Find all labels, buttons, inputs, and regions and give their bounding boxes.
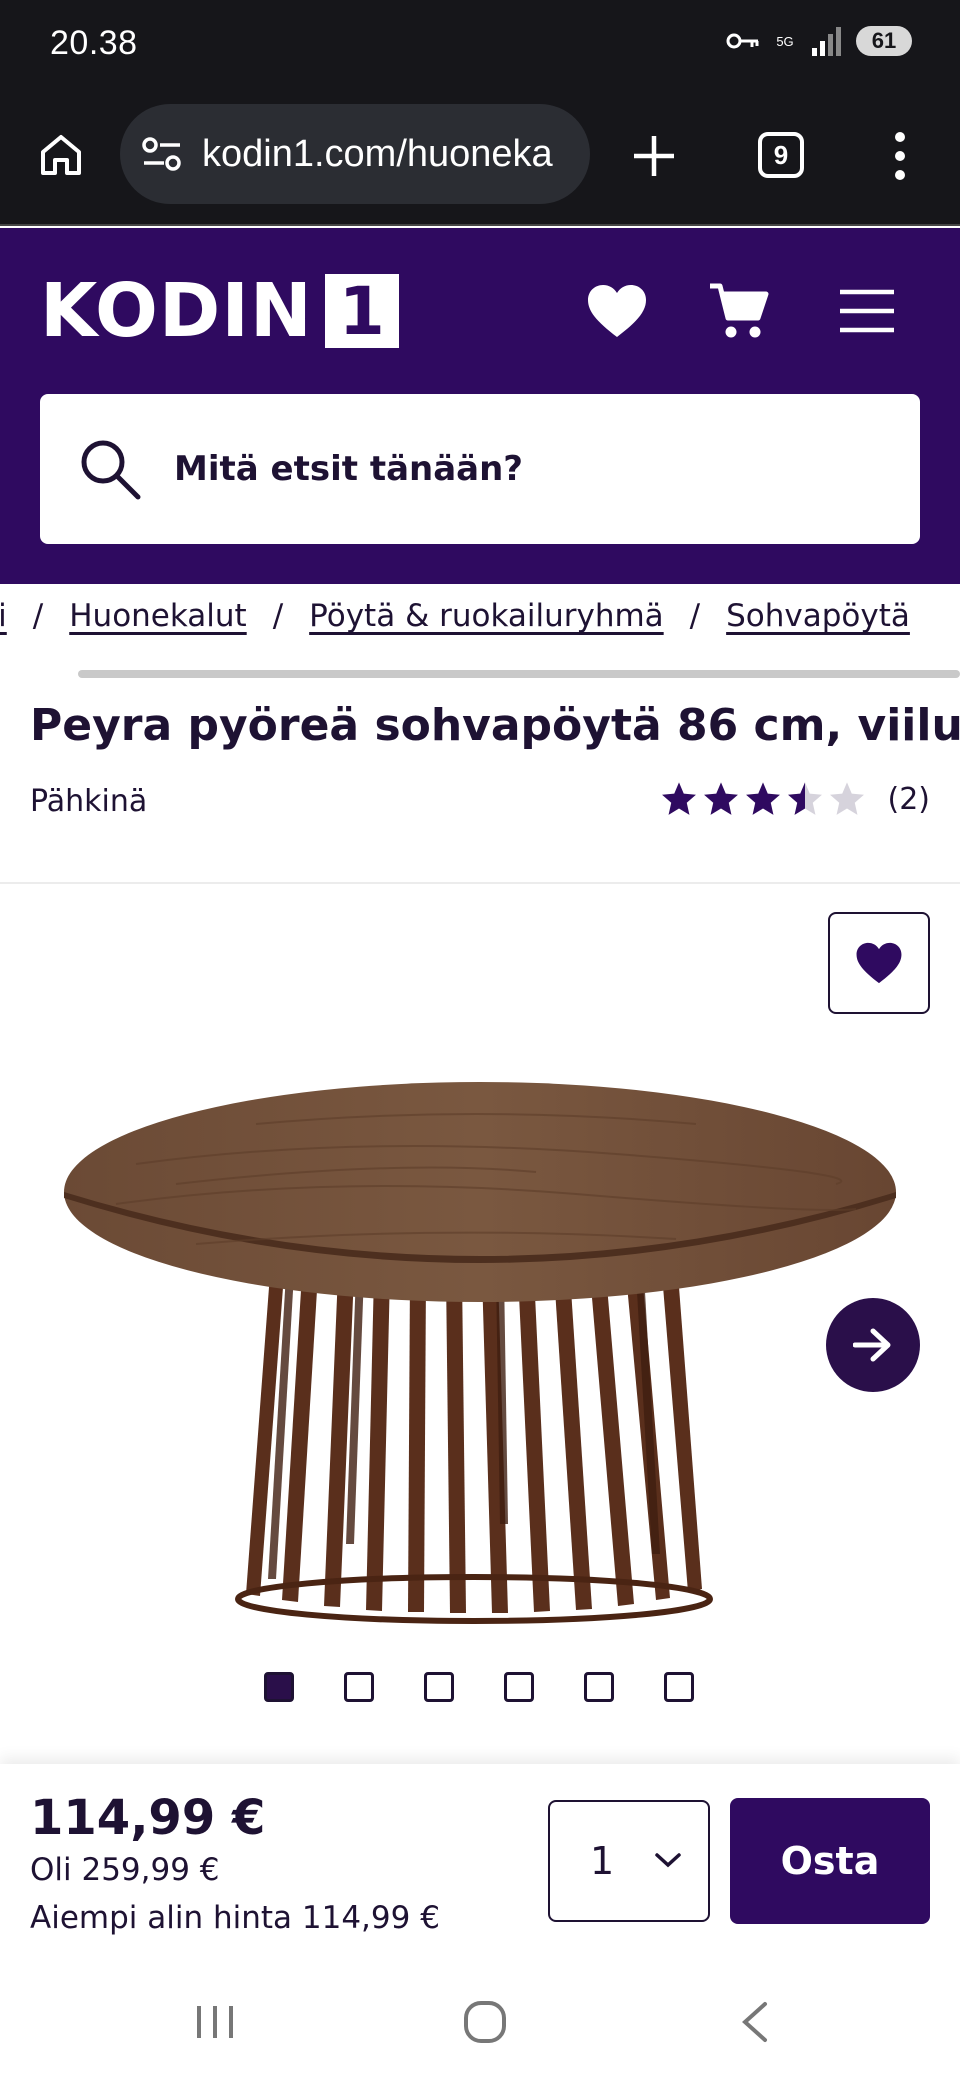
gallery-dot[interactable] bbox=[664, 1672, 694, 1702]
breadcrumb-scrollbar[interactable] bbox=[78, 670, 960, 678]
lowest-price: Aiempi alin hinta 114,99 € bbox=[30, 1900, 440, 1936]
kodin1-logo[interactable]: KODIN 1 bbox=[40, 272, 399, 350]
recent-apps-button[interactable] bbox=[180, 1992, 250, 2052]
logo-text: KODIN bbox=[40, 268, 313, 354]
heart-icon bbox=[588, 285, 646, 337]
buy-button[interactable]: Osta bbox=[730, 1798, 930, 1924]
star-full-icon bbox=[661, 782, 696, 815]
signal-icon bbox=[812, 27, 841, 56]
product-image-round-coffee-table bbox=[64, 1082, 896, 1624]
status-icons: 5G 61 bbox=[726, 26, 912, 56]
address-bar[interactable]: kodin1.com/huoneka bbox=[120, 104, 590, 204]
product-gallery[interactable] bbox=[0, 884, 960, 1764]
search-icon bbox=[81, 440, 141, 500]
plus-icon bbox=[634, 136, 674, 176]
browser-toolbar: kodin1.com/huoneka 9 bbox=[0, 92, 960, 226]
battery-indicator: 61 bbox=[856, 26, 912, 56]
gallery-dot[interactable] bbox=[584, 1672, 614, 1702]
breadcrumb-separator: / bbox=[32, 598, 44, 634]
gallery-dot[interactable] bbox=[264, 1672, 294, 1702]
home-nav-button[interactable] bbox=[450, 1992, 520, 2052]
breadcrumb-item-previous[interactable]: ti bbox=[0, 598, 7, 634]
back-nav-button[interactable] bbox=[720, 1992, 790, 2052]
sticky-buy-bar: 114,99 € Oli 259,99 € Aiempi alin hinta … bbox=[0, 1764, 960, 1962]
add-to-favorites-button[interactable] bbox=[828, 912, 930, 1014]
product-variant: Pähkinä bbox=[30, 784, 148, 819]
recent-apps-icon bbox=[197, 2006, 233, 2038]
star-full-icon bbox=[703, 782, 738, 815]
status-time: 20.38 bbox=[50, 24, 138, 62]
star-full-icon bbox=[745, 782, 780, 815]
browser-home-button[interactable] bbox=[34, 128, 88, 182]
current-price: 114,99 € bbox=[30, 1790, 266, 1846]
menu-dot bbox=[895, 150, 905, 161]
review-count[interactable]: (2) bbox=[888, 782, 931, 817]
menu-dot bbox=[895, 132, 905, 143]
system-navigation-bar bbox=[0, 1962, 960, 2080]
new-tab-button[interactable] bbox=[626, 128, 682, 184]
table-base bbox=[246, 1274, 702, 1613]
quantity-value: 1 bbox=[590, 1839, 615, 1883]
arrow-right-icon bbox=[853, 1328, 891, 1362]
home-icon bbox=[41, 135, 81, 175]
gallery-pagination bbox=[264, 1672, 694, 1702]
url-text: kodin1.com/huoneka bbox=[202, 132, 553, 175]
cart-icon bbox=[710, 283, 769, 338]
browser-menu-button[interactable] bbox=[880, 128, 920, 184]
tab-switcher-button[interactable]: 9 bbox=[758, 132, 804, 178]
site-header: KODIN 1 Mitä etsit tänään? bbox=[0, 228, 960, 584]
site-search-input[interactable]: Mitä etsit tänään? bbox=[40, 394, 920, 544]
breadcrumb-item-sohvapoyta[interactable]: Sohvapöytä bbox=[726, 598, 910, 634]
breadcrumb: ti / Huonekalut / Pöytä & ruokailuryhmä … bbox=[0, 584, 960, 654]
heart-icon bbox=[856, 942, 902, 984]
wishlist-button[interactable] bbox=[582, 276, 652, 346]
gallery-dot[interactable] bbox=[504, 1672, 534, 1702]
back-chevron-icon bbox=[742, 2002, 767, 2042]
site-settings-icon[interactable] bbox=[140, 134, 184, 174]
product-title: Peyra pyöreä sohvapöytä 86 cm, viilu bbox=[30, 700, 960, 751]
hamburger-menu-icon bbox=[840, 289, 894, 333]
menu-dot bbox=[895, 169, 905, 180]
chevron-down-icon bbox=[655, 1853, 681, 1868]
logo-number: 1 bbox=[324, 273, 399, 350]
star-half-icon bbox=[787, 782, 822, 815]
breadcrumb-item-poyta[interactable]: Pöytä & ruokailuryhmä bbox=[309, 598, 664, 634]
search-placeholder: Mitä etsit tänään? bbox=[174, 449, 524, 489]
star-empty-icon bbox=[829, 782, 864, 815]
product-rating[interactable]: (2) bbox=[660, 780, 931, 818]
gallery-next-button[interactable] bbox=[826, 1298, 920, 1392]
breadcrumb-item-huonekalut[interactable]: Huonekalut bbox=[69, 598, 246, 634]
status-bar: 20.38 5G 61 bbox=[0, 0, 960, 92]
breadcrumb-separator: / bbox=[272, 598, 284, 634]
gallery-dot[interactable] bbox=[344, 1672, 374, 1702]
gallery-dot[interactable] bbox=[424, 1672, 454, 1702]
quantity-select[interactable]: 1 bbox=[548, 1800, 710, 1922]
old-price: Oli 259,99 € bbox=[30, 1852, 220, 1888]
network-type: 5G bbox=[776, 33, 794, 49]
home-circle-icon bbox=[464, 2001, 506, 2043]
breadcrumb-separator: / bbox=[689, 598, 701, 634]
vpn-key-icon bbox=[726, 33, 759, 49]
main-menu-button[interactable] bbox=[832, 276, 902, 346]
cart-button[interactable] bbox=[704, 276, 774, 346]
